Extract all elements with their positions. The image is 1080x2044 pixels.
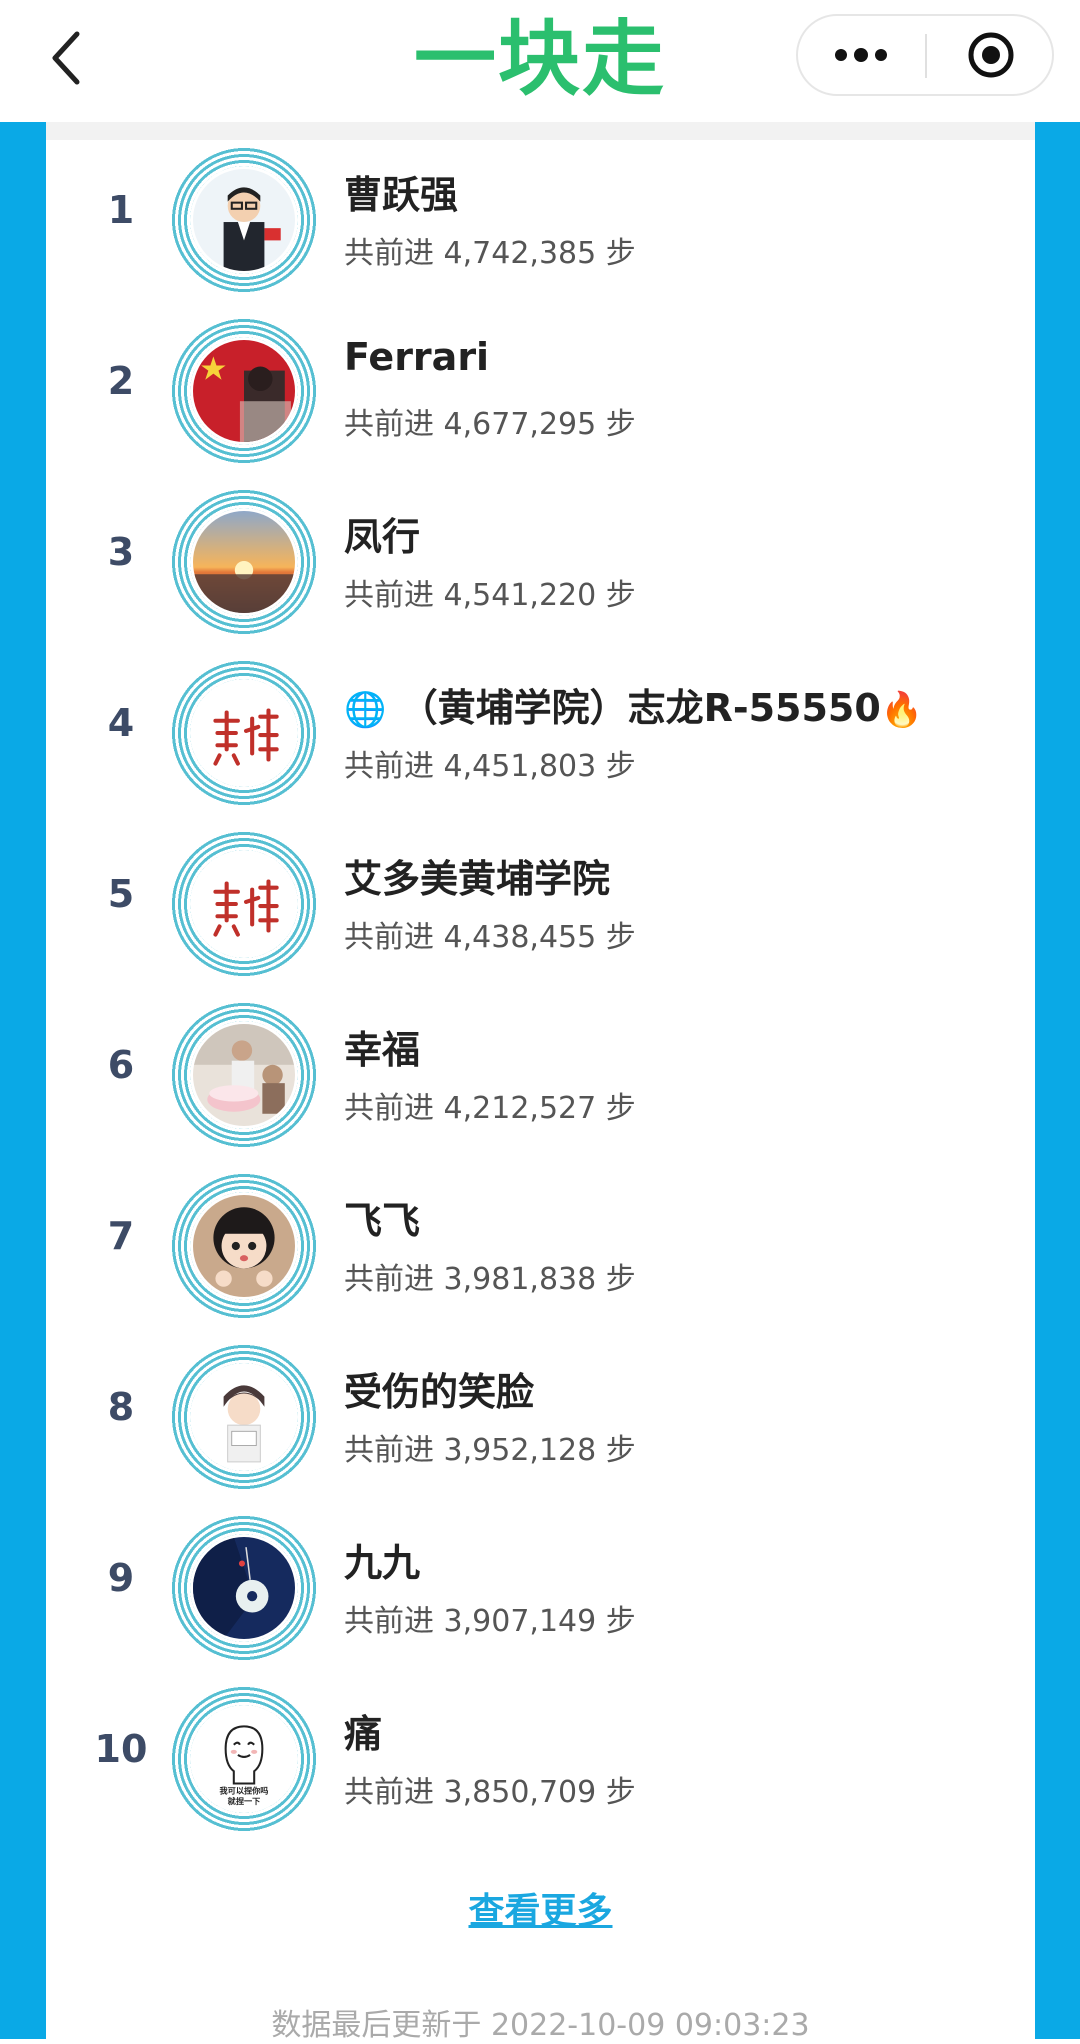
user-name: 飞飞 (344, 1199, 421, 1243)
step-count: 共前进 4,212,527 步 (344, 1091, 636, 1126)
avatar[interactable] (170, 488, 318, 636)
leaderboard-row[interactable]: 4 🌐 （黄埔学院）志龙R-55550🔥 共前进 4,451,803 步 (46, 659, 1035, 829)
rank-number: 5 (107, 872, 135, 916)
step-count: 共前进 3,907,149 步 (344, 1604, 636, 1639)
avatar[interactable] (170, 146, 318, 294)
avatar-image: 我可以捏你吗 就捏一下 (190, 1705, 298, 1813)
leaderboard-row[interactable]: 3 凤行 共前进 4,541,220 步 (46, 488, 1035, 658)
leaderboard-row[interactable]: 10 我可以捏你吗 就捏一下 痛 共前进 3,850,709 步 (46, 1685, 1035, 1855)
rank-number: 10 (94, 1727, 148, 1771)
avatar[interactable]: 我可以捏你吗 就捏一下 (170, 1685, 318, 1833)
user-name: Ferrari (344, 335, 490, 379)
target-circle-icon (968, 32, 1014, 78)
user-name: 凤行 (344, 515, 421, 559)
right-blue-border (1035, 122, 1080, 2039)
step-count: 共前进 3,952,128 步 (344, 1433, 636, 1468)
rank-number: 7 (107, 1214, 135, 1258)
sticker-text-line2: 就捏一下 (228, 1796, 261, 1806)
user-name: 痛 (344, 1712, 383, 1756)
leaderboard-row[interactable]: 9 九九 共前进 3,907,149 步 (46, 1514, 1035, 1684)
left-blue-border (0, 122, 46, 2039)
avatar-image (190, 166, 298, 274)
user-name: 九九 (344, 1541, 421, 1585)
last-updated-text: 数据最后更新于 2022-10-09 09:03:23 (271, 2008, 810, 2043)
panel-top-shade (46, 122, 1035, 140)
capsule-divider (925, 34, 927, 78)
step-count: 共前进 4,742,385 步 (344, 236, 636, 271)
leaderboard-row[interactable]: 2 Ferrari 共前进 4,677,295 步 (46, 317, 1035, 487)
avatar-image (190, 1192, 298, 1300)
leaderboard-row[interactable]: 8 受伤的笑脸 共前进 3,952,128 步 (46, 1343, 1035, 1513)
leaderboard-row[interactable]: 6 幸福 共前进 4,212,527 步 (46, 1001, 1035, 1171)
avatar[interactable] (170, 1001, 318, 1149)
avatar[interactable] (170, 1172, 318, 1320)
step-count: 共前进 4,451,803 步 (344, 749, 636, 784)
avatar-image (190, 1534, 298, 1642)
rank-number: 8 (107, 1385, 135, 1429)
leaderboard-row[interactable]: 5 艾多美黄埔学院 共前进 4,438,455 步 (46, 830, 1035, 1000)
more-button[interactable] (798, 16, 924, 94)
avatar[interactable] (170, 317, 318, 465)
user-name-text: （黄埔学院）志龙R-55550 (399, 686, 881, 730)
user-name: 🌐 （黄埔学院）志龙R-55550🔥 (344, 677, 923, 732)
rank-number: 6 (107, 1043, 135, 1087)
top-bar: 一块走 (0, 0, 1080, 122)
avatar[interactable] (170, 1343, 318, 1491)
avatar[interactable] (170, 830, 318, 978)
avatar[interactable] (170, 659, 318, 807)
close-button[interactable] (928, 16, 1054, 94)
step-count: 共前进 4,677,295 步 (344, 407, 636, 442)
user-name: 曹跃强 (344, 173, 459, 217)
globe-icon: 🌐 (344, 690, 387, 730)
avatar-image (190, 850, 298, 958)
rank-number: 3 (107, 530, 135, 574)
step-count: 共前进 3,981,838 步 (344, 1262, 636, 1297)
rank-number: 1 (107, 188, 135, 232)
more-dots-icon (835, 48, 887, 62)
rank-number: 9 (107, 1556, 135, 1600)
fire-icon: 🔥 (880, 690, 924, 730)
view-more-link[interactable]: 查看更多 (46, 1882, 1035, 1934)
step-count: 共前进 4,541,220 步 (344, 578, 636, 613)
avatar-image (190, 1021, 298, 1129)
avatar-image (190, 1363, 298, 1471)
avatar-image (190, 508, 298, 616)
avatar[interactable] (170, 1514, 318, 1662)
user-name: 艾多美黄埔学院 (344, 857, 611, 901)
user-name: 幸福 (344, 1028, 421, 1072)
sticker-text-line1: 我可以捏你吗 (220, 1786, 269, 1796)
user-name: 受伤的笑脸 (344, 1370, 535, 1414)
rank-number: 4 (107, 701, 135, 745)
leaderboard-row[interactable]: 7 飞飞 共前进 3,981,838 步 (46, 1172, 1035, 1342)
leaderboard-row[interactable]: 1 曹跃强 共前进 4,742,385 步 (46, 146, 1035, 316)
avatar-image (190, 337, 298, 445)
step-count: 共前进 3,850,709 步 (344, 1775, 636, 1810)
rank-number: 2 (107, 359, 135, 403)
mini-program-capsule (796, 14, 1054, 96)
leaderboard-panel: 1 曹跃强 共前进 4,742,385 步 2 Ferrari 共前进 4,67… (46, 122, 1035, 2043)
step-count: 共前进 4,438,455 步 (344, 920, 636, 955)
avatar-image (190, 679, 298, 787)
